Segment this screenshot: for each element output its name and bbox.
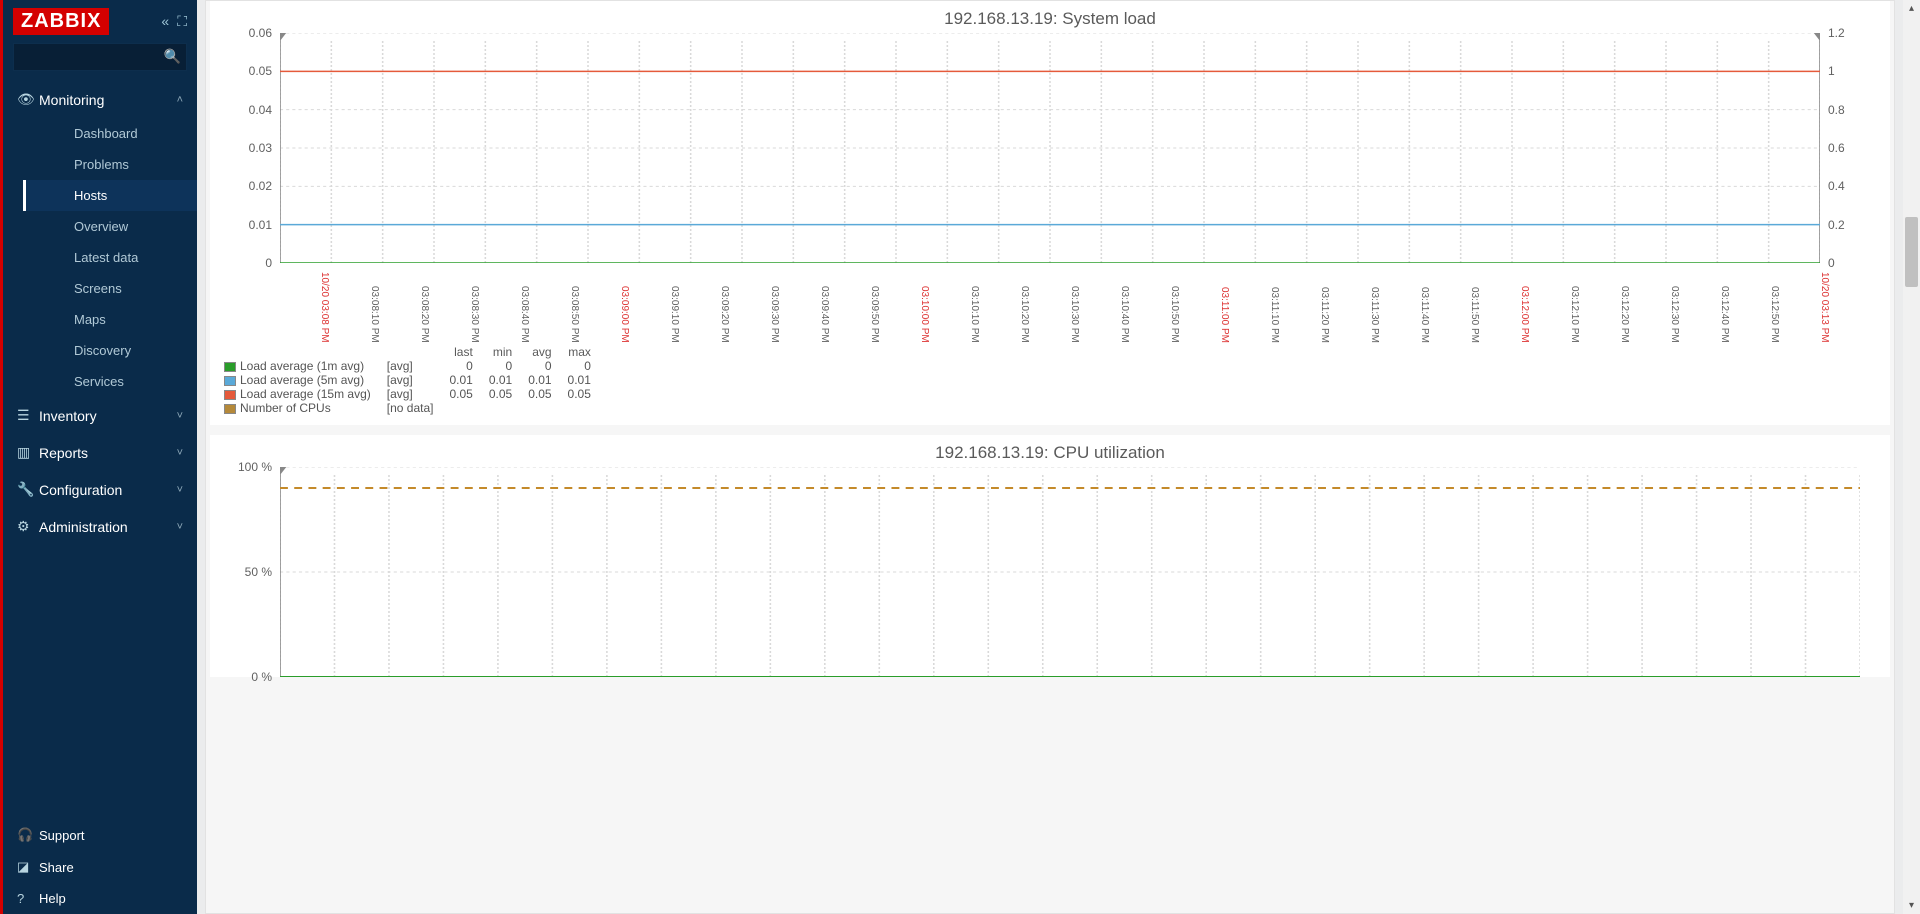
question-icon: ? <box>17 891 39 906</box>
sidebar-item-problems[interactable]: Problems <box>23 149 197 180</box>
scroll-up-arrow[interactable]: ▴ <box>1903 0 1920 17</box>
sidebar-item-hosts[interactable]: Hosts <box>23 180 197 211</box>
fullscreen-icon[interactable]: ⛶ <box>177 13 187 30</box>
nav-section-inventory[interactable]: ☰ Inventory ˅ <box>3 397 197 434</box>
chart-title: 192.168.13.19: System load <box>210 1 1890 33</box>
sidebar-item-discovery[interactable]: Discovery <box>23 335 197 366</box>
vertical-scrollbar[interactable]: ▴ ▾ <box>1903 0 1920 914</box>
chart-cpu-utilization: 192.168.13.19: CPU utilization 0 %50 %10… <box>210 435 1890 677</box>
sidebar-item-services[interactable]: Services <box>23 366 197 397</box>
chevron-down-icon: ˅ <box>177 521 183 533</box>
chart-title: 192.168.13.19: CPU utilization <box>210 435 1890 467</box>
scroll-down-arrow[interactable]: ▾ <box>1903 897 1920 914</box>
nav-help[interactable]: ? Help <box>3 883 197 914</box>
sidebar-item-latest-data[interactable]: Latest data <box>23 242 197 273</box>
chevron-down-icon: ˅ <box>177 447 183 459</box>
search-input[interactable] <box>13 43 187 71</box>
nav-share[interactable]: ◪ Share <box>3 851 197 883</box>
nav-section-reports[interactable]: ▥ Reports ˅ <box>3 434 197 471</box>
scroll-thumb[interactable] <box>1905 217 1918 287</box>
sidebar-item-screens[interactable]: Screens <box>23 273 197 304</box>
chart-legend: lastminavgmaxLoad average (1m avg)[avg]0… <box>210 343 1890 425</box>
logo[interactable]: ZABBIX <box>13 8 109 35</box>
monitoring-submenu: DashboardProblemsHostsOverviewLatest dat… <box>3 118 197 397</box>
nav-section-configuration[interactable]: 🔧 Configuration ˅ <box>3 471 197 508</box>
collapse-sidebar-icon[interactable]: « <box>161 13 169 30</box>
chart-plot-area[interactable] <box>280 467 1860 677</box>
share-icon: ◪ <box>17 859 39 875</box>
scroll-track[interactable] <box>1903 17 1920 897</box>
sidebar-item-maps[interactable]: Maps <box>23 304 197 335</box>
nav-section-administration[interactable]: ⚙ Administration ˅ <box>3 508 197 545</box>
chevron-down-icon: ˅ <box>177 410 183 422</box>
sidebar-item-dashboard[interactable]: Dashboard <box>23 118 197 149</box>
wrench-icon: 🔧 <box>17 481 39 498</box>
gear-icon: ⚙ <box>17 518 39 535</box>
chart-plot-area[interactable] <box>280 33 1820 263</box>
nav-section-monitoring[interactable]: 👁 Monitoring ˄ <box>3 81 197 118</box>
list-icon: ☰ <box>17 407 39 424</box>
sidebar: ZABBIX « ⛶ 🔍 👁 Monitoring ˄ DashboardPro… <box>0 0 197 914</box>
sidebar-item-overview[interactable]: Overview <box>23 211 197 242</box>
eye-icon: 👁 <box>17 91 39 108</box>
chart-icon: ▥ <box>17 444 39 461</box>
headphones-icon: 🎧 <box>17 827 39 843</box>
chevron-up-icon: ˄ <box>177 94 183 106</box>
search-icon[interactable]: 🔍 <box>164 48 181 65</box>
chevron-down-icon: ˅ <box>177 484 183 496</box>
chart-system-load: 192.168.13.19: System load 00.010.020.03… <box>210 1 1890 425</box>
nav-support[interactable]: 🎧 Support <box>3 819 197 851</box>
